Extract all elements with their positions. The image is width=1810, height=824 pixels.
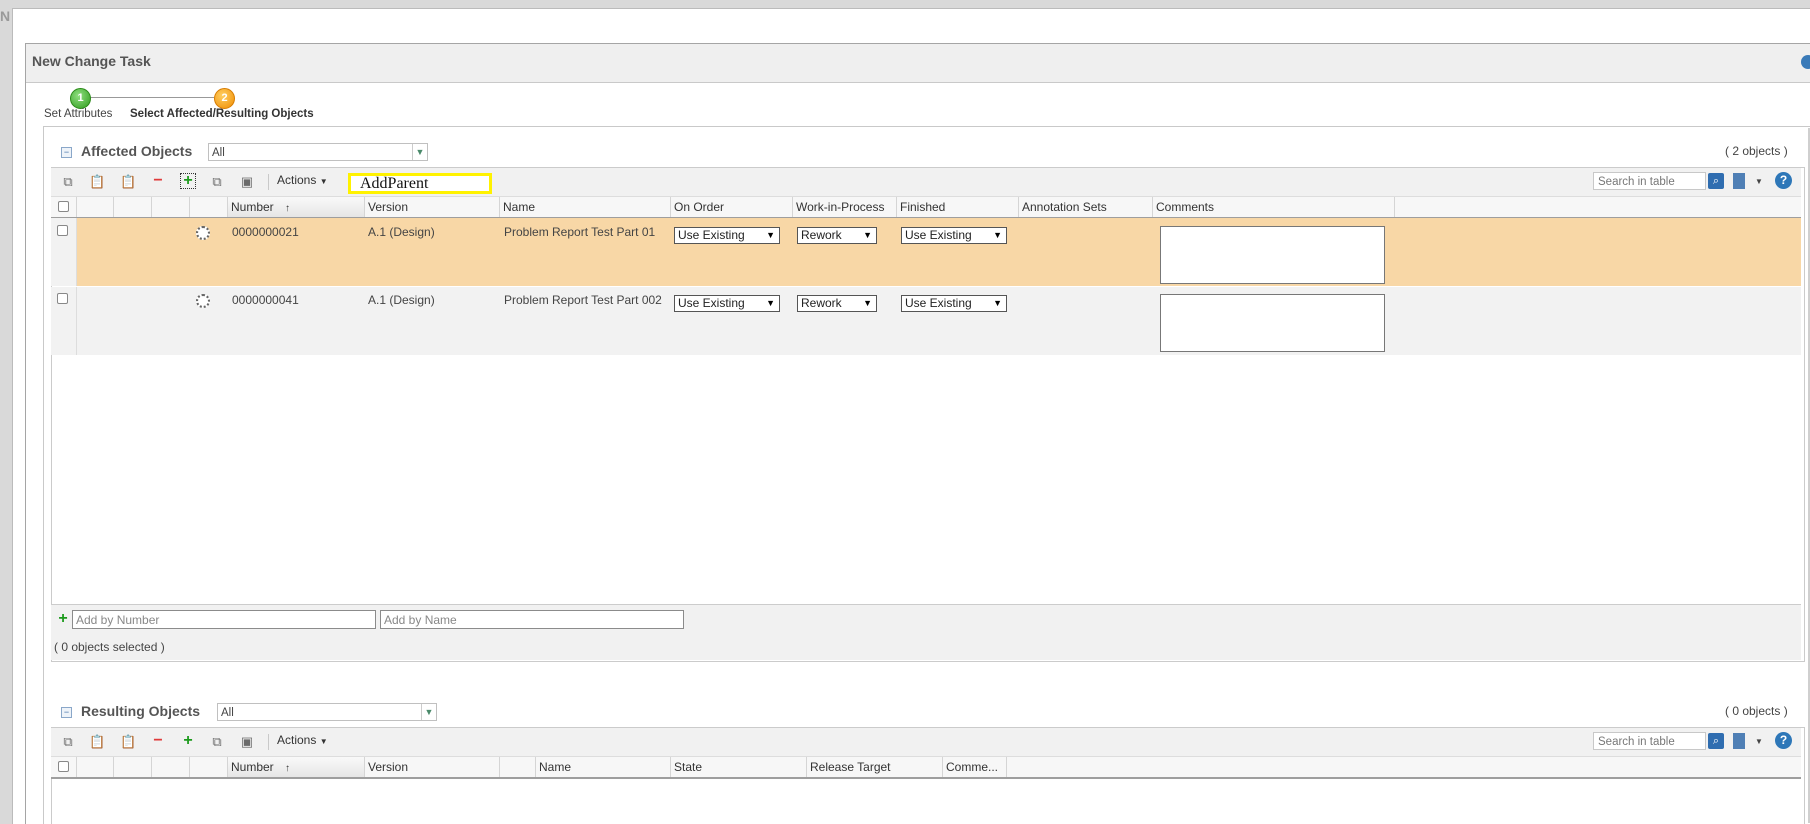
help-icon[interactable]: ?: [1775, 172, 1792, 189]
comments-textarea[interactable]: [1160, 226, 1385, 284]
edit-icon[interactable]: ▣: [239, 734, 255, 750]
wizard-step-2-icon[interactable]: 2: [214, 88, 235, 109]
column-header-name[interactable]: Name: [500, 197, 671, 217]
affected-object-count: ( 2 objects ): [1725, 144, 1788, 158]
table-view-icon[interactable]: [1733, 173, 1745, 189]
resulting-search-input[interactable]: Search in table: [1593, 732, 1706, 750]
column-header-release-target[interactable]: Release Target: [807, 757, 943, 777]
column-header-wip[interactable]: Work-in-Process: [793, 197, 897, 217]
wip-select[interactable]: Rework ▼: [797, 227, 877, 244]
search-icon[interactable]: ⌕: [1708, 733, 1724, 749]
resulting-filter-select[interactable]: All ▼: [217, 703, 437, 721]
collapse-resulting-icon[interactable]: −: [61, 707, 72, 718]
wizard-connector: [90, 97, 214, 98]
affected-search-input[interactable]: Search in table: [1593, 172, 1706, 190]
add-icon[interactable]: +: [180, 173, 196, 189]
affected-filter-select[interactable]: All ▼: [208, 143, 428, 161]
selected-count: ( 0 objects selected ): [54, 640, 165, 654]
column-header-number[interactable]: Number ↑: [228, 757, 365, 777]
wizard-step-select-objects[interactable]: Select Affected/Resulting Objects: [130, 108, 314, 120]
comments-textarea[interactable]: [1160, 294, 1385, 352]
on-order-select[interactable]: Use Existing ▼: [674, 295, 780, 312]
resulting-object-count: ( 0 objects ): [1725, 704, 1788, 718]
affected-table-header: Number ↑ Version Name On Order Work-in-P…: [51, 197, 1801, 219]
column-header-annotation-sets[interactable]: Annotation Sets: [1019, 197, 1153, 217]
insert-icon[interactable]: ⧉: [209, 174, 225, 190]
remove-icon[interactable]: −: [150, 733, 166, 749]
wip-select[interactable]: Rework ▼: [797, 295, 877, 312]
column-header-finished[interactable]: Finished: [897, 197, 1019, 217]
wizard-step-set-attributes[interactable]: Set Attributes: [44, 108, 112, 120]
background-window-title: N: [0, 8, 11, 24]
copy-icon[interactable]: ⧉: [60, 174, 76, 190]
column-header-name[interactable]: Name: [536, 757, 671, 777]
search-icon[interactable]: ⌕: [1708, 173, 1724, 189]
chevron-down-icon[interactable]: ▼: [1755, 737, 1763, 746]
insert-icon[interactable]: ⧉: [209, 734, 225, 750]
actions-menu[interactable]: Actions ▼: [277, 173, 328, 187]
gear-icon[interactable]: [196, 294, 210, 308]
row-checkbox[interactable]: [57, 225, 68, 236]
select-all-checkbox[interactable]: [58, 201, 69, 212]
copy-icon[interactable]: ⧉: [60, 734, 76, 750]
actions-menu[interactable]: Actions ▼: [277, 733, 328, 747]
row-name: Problem Report Test Part 002: [504, 293, 662, 307]
chevron-down-icon: ▼: [412, 144, 427, 160]
row-version: A.1 (Design): [368, 293, 435, 307]
dialog-title: New Change Task: [32, 53, 151, 69]
wizard-step-1-icon[interactable]: 1: [70, 88, 91, 109]
column-header-on-order[interactable]: On Order: [671, 197, 793, 217]
on-order-select[interactable]: Use Existing ▼: [674, 227, 780, 244]
help-icon[interactable]: [1801, 55, 1810, 69]
affected-section-title: Affected Objects: [81, 143, 193, 159]
help-icon[interactable]: ?: [1775, 732, 1792, 749]
column-header-state[interactable]: State: [671, 757, 807, 777]
add-icon[interactable]: +: [55, 611, 71, 627]
chevron-down-icon[interactable]: ▼: [1755, 177, 1763, 186]
toolbar-separator: [268, 734, 269, 750]
annotation-label: AddParent: [360, 175, 429, 192]
finished-select[interactable]: Use Existing ▼: [901, 295, 1007, 312]
row-number[interactable]: 0000000021: [232, 225, 299, 239]
dialog-header: [26, 44, 1810, 83]
resulting-table-header: Number ↑ Version Name State Release Targ…: [51, 757, 1801, 779]
column-header-comments[interactable]: Comments: [1153, 197, 1395, 217]
row-checkbox[interactable]: [57, 293, 68, 304]
add-by-number-input[interactable]: Add by Number: [72, 610, 376, 629]
row-version: A.1 (Design): [368, 225, 435, 239]
column-header-comments[interactable]: Comme...: [943, 757, 1007, 777]
resulting-section-title: Resulting Objects: [81, 703, 201, 719]
column-header-version[interactable]: Version: [365, 757, 500, 777]
edit-icon[interactable]: ▣: [239, 174, 255, 190]
add-by-name-input[interactable]: Add by Name: [380, 610, 684, 629]
paste-select-icon[interactable]: 📋: [120, 734, 136, 750]
column-header-version[interactable]: Version: [365, 197, 500, 217]
paste-select-icon[interactable]: 📋: [120, 174, 136, 190]
gear-icon[interactable]: [196, 226, 210, 240]
table-view-icon[interactable]: [1733, 733, 1745, 749]
select-all-checkbox[interactable]: [58, 761, 69, 772]
remove-icon[interactable]: −: [150, 173, 166, 189]
toolbar-separator: [268, 174, 269, 190]
finished-select[interactable]: Use Existing ▼: [901, 227, 1007, 244]
add-icon[interactable]: +: [180, 733, 196, 749]
paste-icon[interactable]: 📋: [89, 174, 105, 190]
paste-icon[interactable]: 📋: [89, 734, 105, 750]
chevron-down-icon: ▼: [421, 704, 436, 720]
row-name: Problem Report Test Part 01: [504, 225, 656, 239]
column-header-number[interactable]: Number ↑: [228, 197, 365, 217]
row-number[interactable]: 0000000041: [232, 293, 299, 307]
collapse-affected-icon[interactable]: −: [61, 147, 72, 158]
